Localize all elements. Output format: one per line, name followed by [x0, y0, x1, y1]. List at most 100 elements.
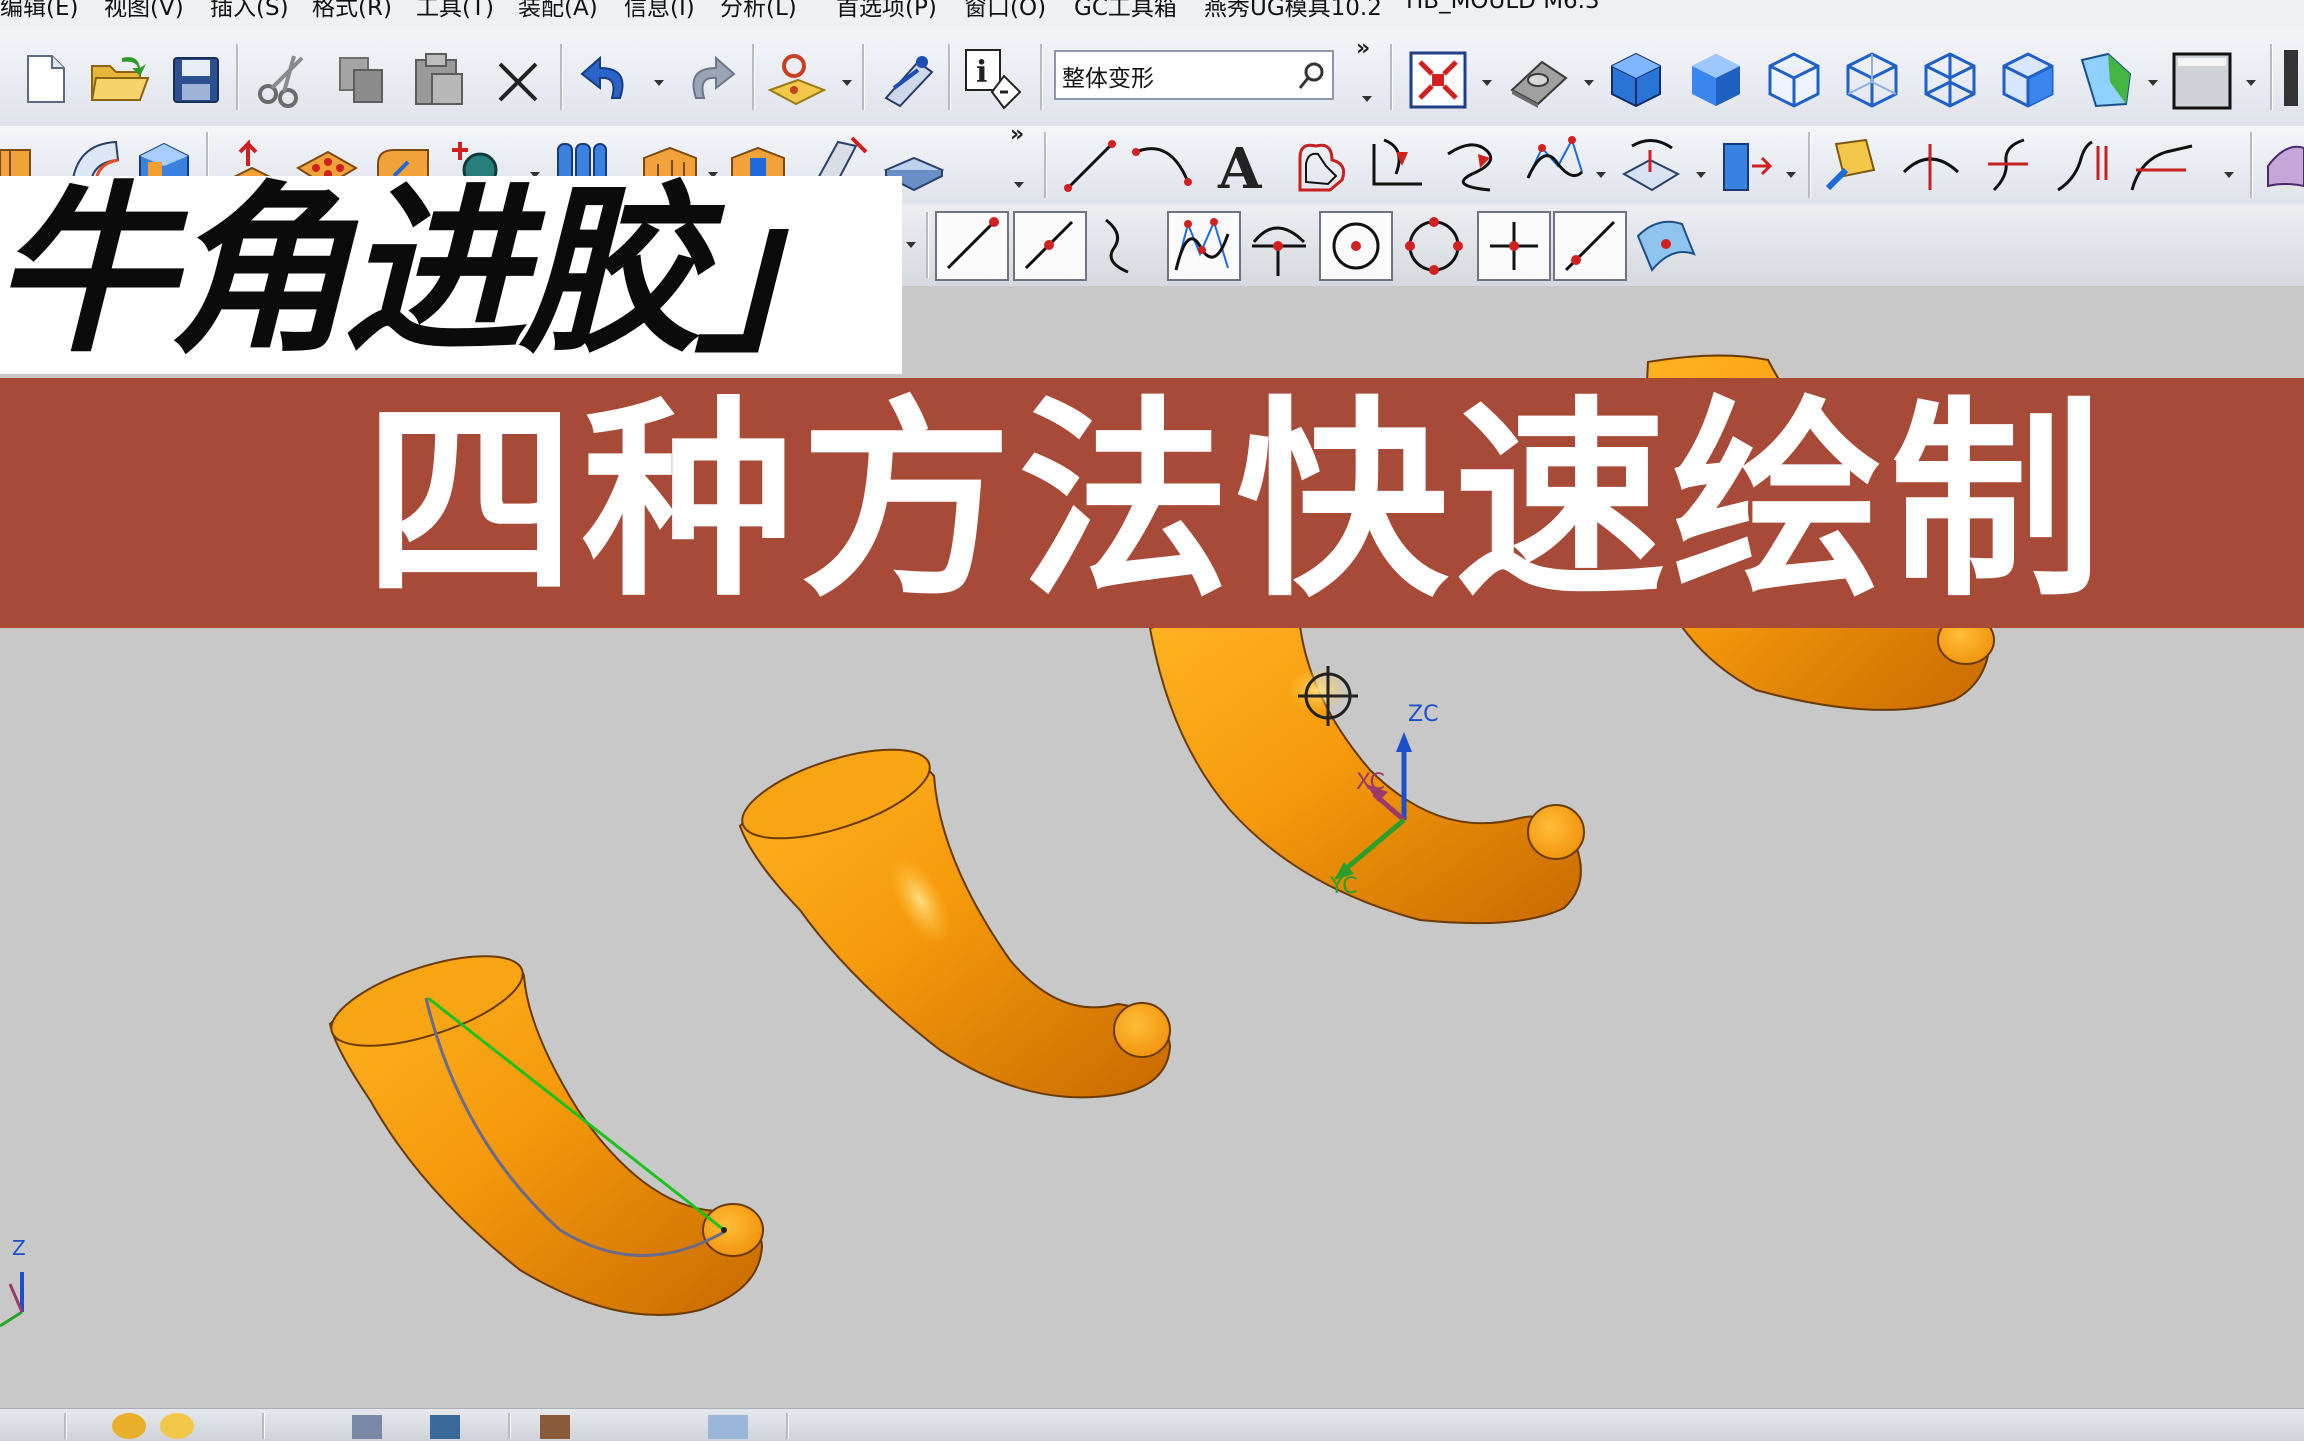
command-finder[interactable]	[1054, 50, 1334, 100]
status-icon-2[interactable]	[160, 1413, 194, 1439]
copy-icon[interactable]	[334, 52, 392, 108]
spline-dropdown-icon[interactable]	[1596, 172, 1606, 178]
search-icon[interactable]	[1296, 60, 1328, 92]
abs-z-label: Z	[12, 1236, 26, 1260]
toolbar-options-icon[interactable]	[1362, 96, 1372, 102]
analysis-dropdown-icon[interactable]	[2148, 80, 2158, 86]
toolbar-edge-handle[interactable]	[2284, 50, 2298, 106]
menu-preferences[interactable]: 首选项(P)	[836, 0, 937, 22]
arc-icon[interactable]	[1130, 138, 1194, 194]
status-bar	[0, 1408, 2304, 1441]
menu-view[interactable]: 视图(V)	[104, 0, 184, 22]
menu-window[interactable]: 窗口(O)	[964, 0, 1046, 22]
snap-quadrant-icon[interactable]	[1318, 210, 1394, 282]
background-icon[interactable]	[2170, 50, 2234, 112]
open-folder-icon[interactable]	[88, 52, 152, 106]
join-curve-icon[interactable]	[2052, 136, 2114, 194]
snap-control-point-icon[interactable]	[1094, 210, 1154, 282]
curve-edit-dropdown-icon[interactable]	[2224, 172, 2234, 178]
horn-gate-3[interactable]	[1148, 612, 1585, 925]
render-dropdown-icon[interactable]	[1584, 80, 1594, 86]
wcs-zc-label: ZC	[1408, 702, 1439, 727]
command-finder-input[interactable]	[1060, 58, 1284, 94]
intersect-dropdown-icon[interactable]	[1786, 172, 1796, 178]
status-icon-6[interactable]	[708, 1415, 748, 1439]
new-file-icon[interactable]	[18, 52, 72, 106]
redo-icon[interactable]	[680, 54, 740, 106]
snap-endpoint-icon[interactable]	[934, 210, 1010, 282]
title-banner-red: 四种方法快速绘制	[0, 378, 2304, 628]
info-icon[interactable]: i	[962, 46, 1028, 112]
save-icon[interactable]	[170, 56, 222, 104]
menu-hb-mould[interactable]: HB_MOULD M6.3	[1406, 0, 1600, 14]
feature-options-icon[interactable]	[1014, 182, 1024, 188]
menu-information[interactable]: 信息(I)	[624, 0, 695, 22]
undo-dropdown-icon[interactable]	[654, 80, 664, 86]
menu-insert[interactable]: 插入(S)	[210, 0, 289, 22]
status-icon-3[interactable]	[352, 1415, 382, 1439]
menu-format[interactable]: 格式(R)	[312, 0, 392, 22]
shaded-edges-icon[interactable]	[1604, 48, 1668, 112]
horn-gate-1[interactable]	[321, 938, 764, 1316]
menu-edit[interactable]: 编辑(E)	[0, 0, 78, 22]
snap-on-surface-icon[interactable]	[1632, 210, 1704, 282]
bridge-curve-icon[interactable]	[1442, 134, 1506, 194]
snap-intersection-icon[interactable]	[1166, 210, 1242, 282]
menu-assembly[interactable]: 装配(A)	[518, 0, 598, 22]
wireframe-dim-icon[interactable]	[1840, 48, 1904, 112]
surface-icon[interactable]	[2264, 136, 2304, 194]
snap-on-curve-icon[interactable]	[1476, 210, 1552, 282]
intersect-curve-icon[interactable]	[1718, 136, 1778, 194]
wcs-yc-label: YC	[1330, 874, 1358, 899]
menu-bar: 编辑(E) 视图(V) 插入(S) 格式(R) 工具(T) 装配(A) 信息(I…	[0, 0, 2304, 31]
trim-curve-icon[interactable]	[1900, 136, 1962, 194]
fillet-curve-icon[interactable]	[2126, 136, 2198, 194]
cut-icon[interactable]	[254, 52, 314, 108]
text-icon[interactable]: A	[1214, 136, 1272, 194]
svg-text:A: A	[1217, 136, 1263, 194]
offset-curve-icon[interactable]	[1366, 134, 1430, 194]
menu-yanxiu-mould[interactable]: 燕秀UG模具10.2	[1204, 0, 1382, 22]
menu-analysis[interactable]: 分析(L)	[720, 0, 797, 22]
menu-tools[interactable]: 工具(T)	[416, 0, 494, 22]
extract-curve-icon[interactable]	[1822, 134, 1882, 194]
shaded-icon[interactable]	[1684, 48, 1748, 112]
title-banner-white: 牛角进胶」	[0, 176, 902, 374]
static-wireframe-icon[interactable]	[1996, 48, 2060, 112]
spline-icon[interactable]	[1522, 132, 1588, 194]
horn-gate-2[interactable]	[732, 731, 1172, 1099]
standard-toolbar: i »	[0, 30, 2304, 127]
toolbar-overflow-icon[interactable]: »	[1356, 36, 1370, 61]
wireframe-hidden-icon[interactable]	[1762, 48, 1826, 112]
project-dropdown-icon[interactable]	[1696, 172, 1706, 178]
wireframe-icon[interactable]	[1918, 48, 1982, 112]
menu-gc-toolbox[interactable]: GC工具箱	[1074, 0, 1177, 22]
repeat-command-icon[interactable]	[764, 48, 830, 110]
feature-overflow-icon[interactable]: »	[1010, 122, 1024, 147]
status-icon-4[interactable]	[430, 1415, 460, 1439]
status-icon-5[interactable]	[540, 1415, 570, 1439]
title-line-1: 牛角进胶」	[0, 165, 878, 377]
snap-options-dropdown-icon[interactable]	[906, 242, 916, 248]
background-dropdown-icon[interactable]	[2246, 80, 2256, 86]
repeat-dropdown-icon[interactable]	[842, 80, 852, 86]
status-icon-1[interactable]	[112, 1413, 146, 1439]
svg-text:i: i	[976, 55, 987, 90]
snap-midpoint-icon[interactable]	[1012, 210, 1088, 282]
line-icon[interactable]	[1062, 138, 1118, 194]
undo-icon[interactable]	[576, 54, 636, 106]
snap-arc-center-icon[interactable]	[1246, 210, 1312, 282]
fit-dropdown-icon[interactable]	[1482, 80, 1492, 86]
render-style-icon[interactable]	[1506, 50, 1572, 110]
face-analysis-icon[interactable]	[2074, 48, 2138, 112]
fit-icon[interactable]	[1408, 50, 1468, 110]
divide-curve-icon[interactable]	[1980, 136, 2036, 194]
orient-view-icon[interactable]	[876, 50, 938, 110]
project-curve-icon[interactable]	[1616, 134, 1686, 194]
paste-icon[interactable]	[410, 50, 468, 108]
snap-point-on-line-icon[interactable]	[1552, 210, 1628, 282]
delete-icon[interactable]	[494, 58, 542, 106]
section-curve-icon[interactable]	[1290, 136, 1352, 194]
snap-existing-point-icon[interactable]	[1398, 210, 1470, 282]
wcs-xc-label: XC	[1356, 770, 1385, 795]
